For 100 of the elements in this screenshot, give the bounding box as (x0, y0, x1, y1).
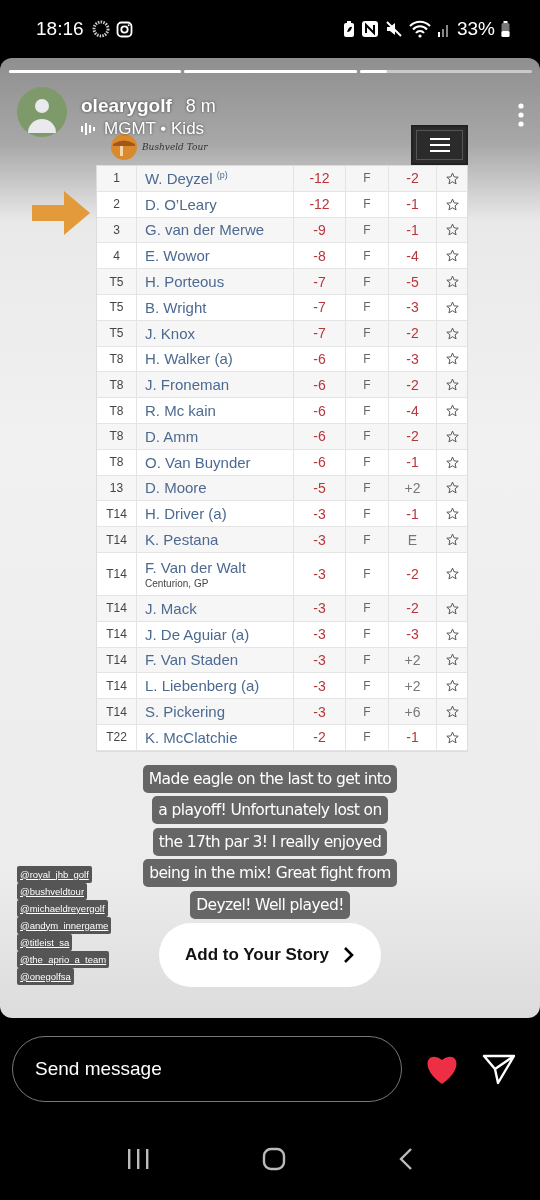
player-cell[interactable]: K. McClatchie (137, 724, 294, 750)
thru-cell: F (346, 398, 389, 423)
today-cell: -2 (389, 166, 437, 191)
today-cell: E (389, 527, 437, 552)
player-cell[interactable]: J. Mack (137, 595, 294, 621)
mention-tag[interactable]: @royal_jhb_golf (17, 865, 92, 883)
star-icon[interactable] (445, 249, 459, 263)
star-icon[interactable] (445, 730, 459, 744)
wifi-icon (408, 20, 431, 38)
score-cell: -6 (294, 372, 346, 398)
player-cell[interactable]: D. O’Leary (137, 191, 294, 217)
today-cell: -2 (389, 423, 437, 449)
today-cell: -3 (389, 621, 437, 647)
camera-icon (115, 20, 133, 38)
star-icon[interactable] (445, 378, 459, 392)
star-icon[interactable] (445, 567, 459, 581)
score-cell: -3 (294, 501, 346, 527)
today-cell: -1 (389, 501, 437, 527)
star-icon[interactable] (445, 653, 459, 667)
player-cell[interactable]: H. Walker (a) (137, 346, 294, 372)
thru-cell: F (346, 501, 389, 527)
battery-percent: 33% (456, 18, 495, 40)
player-cell[interactable]: G. van der Merwe (137, 217, 294, 243)
star-icon[interactable] (445, 171, 459, 185)
thru-cell: F (346, 166, 389, 191)
player-cell[interactable]: B. Wright (137, 295, 294, 320)
mention-tag[interactable]: @michaeldreyergolf (17, 899, 108, 917)
thru-cell: F (346, 595, 389, 621)
player-cell[interactable]: F. Van der Walt Centurion, GP (137, 552, 294, 595)
more-options-icon[interactable] (518, 103, 524, 127)
today-cell: +2 (389, 647, 437, 673)
player-cell[interactable]: H. Porteous (137, 269, 294, 294)
today-cell: +2 (389, 475, 437, 501)
player-cell[interactable]: W. Deyzel $^{(p)}$ (137, 166, 294, 191)
send-icon[interactable] (482, 1053, 516, 1085)
score-cell: -12 (294, 191, 346, 217)
loading-icon (91, 20, 110, 38)
player-cell[interactable]: R. Mc kain (137, 398, 294, 423)
avatar[interactable] (17, 87, 67, 137)
player-cell[interactable]: O. Van Buynder (137, 449, 294, 475)
star-icon[interactable] (445, 627, 459, 641)
player-cell[interactable]: J. Froneman (137, 372, 294, 398)
recent-apps-icon[interactable] (126, 1148, 150, 1170)
thru-cell: F (346, 243, 389, 269)
thru-cell: F (346, 423, 389, 449)
menu-button[interactable] (411, 125, 468, 165)
score-cell: -3 (294, 621, 346, 647)
star-icon[interactable] (445, 601, 459, 615)
thru-cell: F (346, 295, 389, 320)
player-cell[interactable]: L. Liebenberg (a) (137, 673, 294, 699)
player-cell[interactable]: J. De Aguiar (a) (137, 621, 294, 647)
player-cell[interactable]: E. Wowor (137, 243, 294, 269)
mention-tag[interactable]: @the_aprio_a_team (17, 950, 110, 968)
star-icon[interactable] (445, 455, 459, 469)
position-cell: T8 (97, 372, 137, 398)
star-icon[interactable] (445, 326, 459, 340)
position-cell: T14 (97, 673, 137, 699)
today-cell: -1 (389, 217, 437, 243)
player-cell[interactable]: D. Amm (137, 423, 294, 449)
score-cell: -7 (294, 269, 346, 294)
thru-cell: F (346, 647, 389, 673)
star-icon[interactable] (445, 481, 459, 495)
back-icon[interactable] (398, 1147, 414, 1171)
star-icon[interactable] (445, 275, 459, 289)
position-cell: T8 (97, 346, 137, 372)
score-cell: -2 (294, 724, 346, 750)
thru-cell: F (346, 621, 389, 647)
star-icon[interactable] (445, 679, 459, 693)
player-cell[interactable]: K. Pestana (137, 527, 294, 552)
thru-cell: F (346, 372, 389, 398)
thru-cell: F (346, 673, 389, 699)
position-cell: 1 (97, 166, 137, 191)
score-cell: -3 (294, 699, 346, 724)
score-cell: -5 (294, 475, 346, 501)
today-cell: -3 (389, 295, 437, 320)
battery-saver-icon (342, 20, 355, 38)
star-icon[interactable] (445, 223, 459, 237)
star-icon[interactable] (445, 507, 459, 521)
logo-text: Bushveld Tour (142, 142, 208, 152)
player-cell[interactable]: J. Knox (137, 320, 294, 346)
player-cell[interactable]: S. Pickering (137, 699, 294, 724)
star-icon[interactable] (445, 404, 459, 418)
star-icon[interactable] (445, 300, 459, 314)
thru-cell: F (346, 191, 389, 217)
star-icon[interactable] (445, 197, 459, 211)
logo-icon (110, 133, 138, 161)
star-icon[interactable] (445, 533, 459, 547)
player-cell[interactable]: D. Moore (137, 475, 294, 501)
player-cell[interactable]: F. Van Staden (137, 647, 294, 673)
star-icon[interactable] (445, 429, 459, 443)
position-cell: T8 (97, 449, 137, 475)
score-cell: -3 (294, 552, 346, 595)
player-cell[interactable]: H. Driver (a) (137, 501, 294, 527)
add-to-story-button[interactable]: Add to Your Story (159, 923, 381, 988)
message-field[interactable]: Send message (12, 1036, 402, 1102)
star-icon[interactable] (445, 352, 459, 366)
star-icon[interactable] (445, 705, 459, 719)
today-cell: -2 (389, 595, 437, 621)
today-cell: -4 (389, 243, 437, 269)
home-icon[interactable] (262, 1147, 286, 1171)
